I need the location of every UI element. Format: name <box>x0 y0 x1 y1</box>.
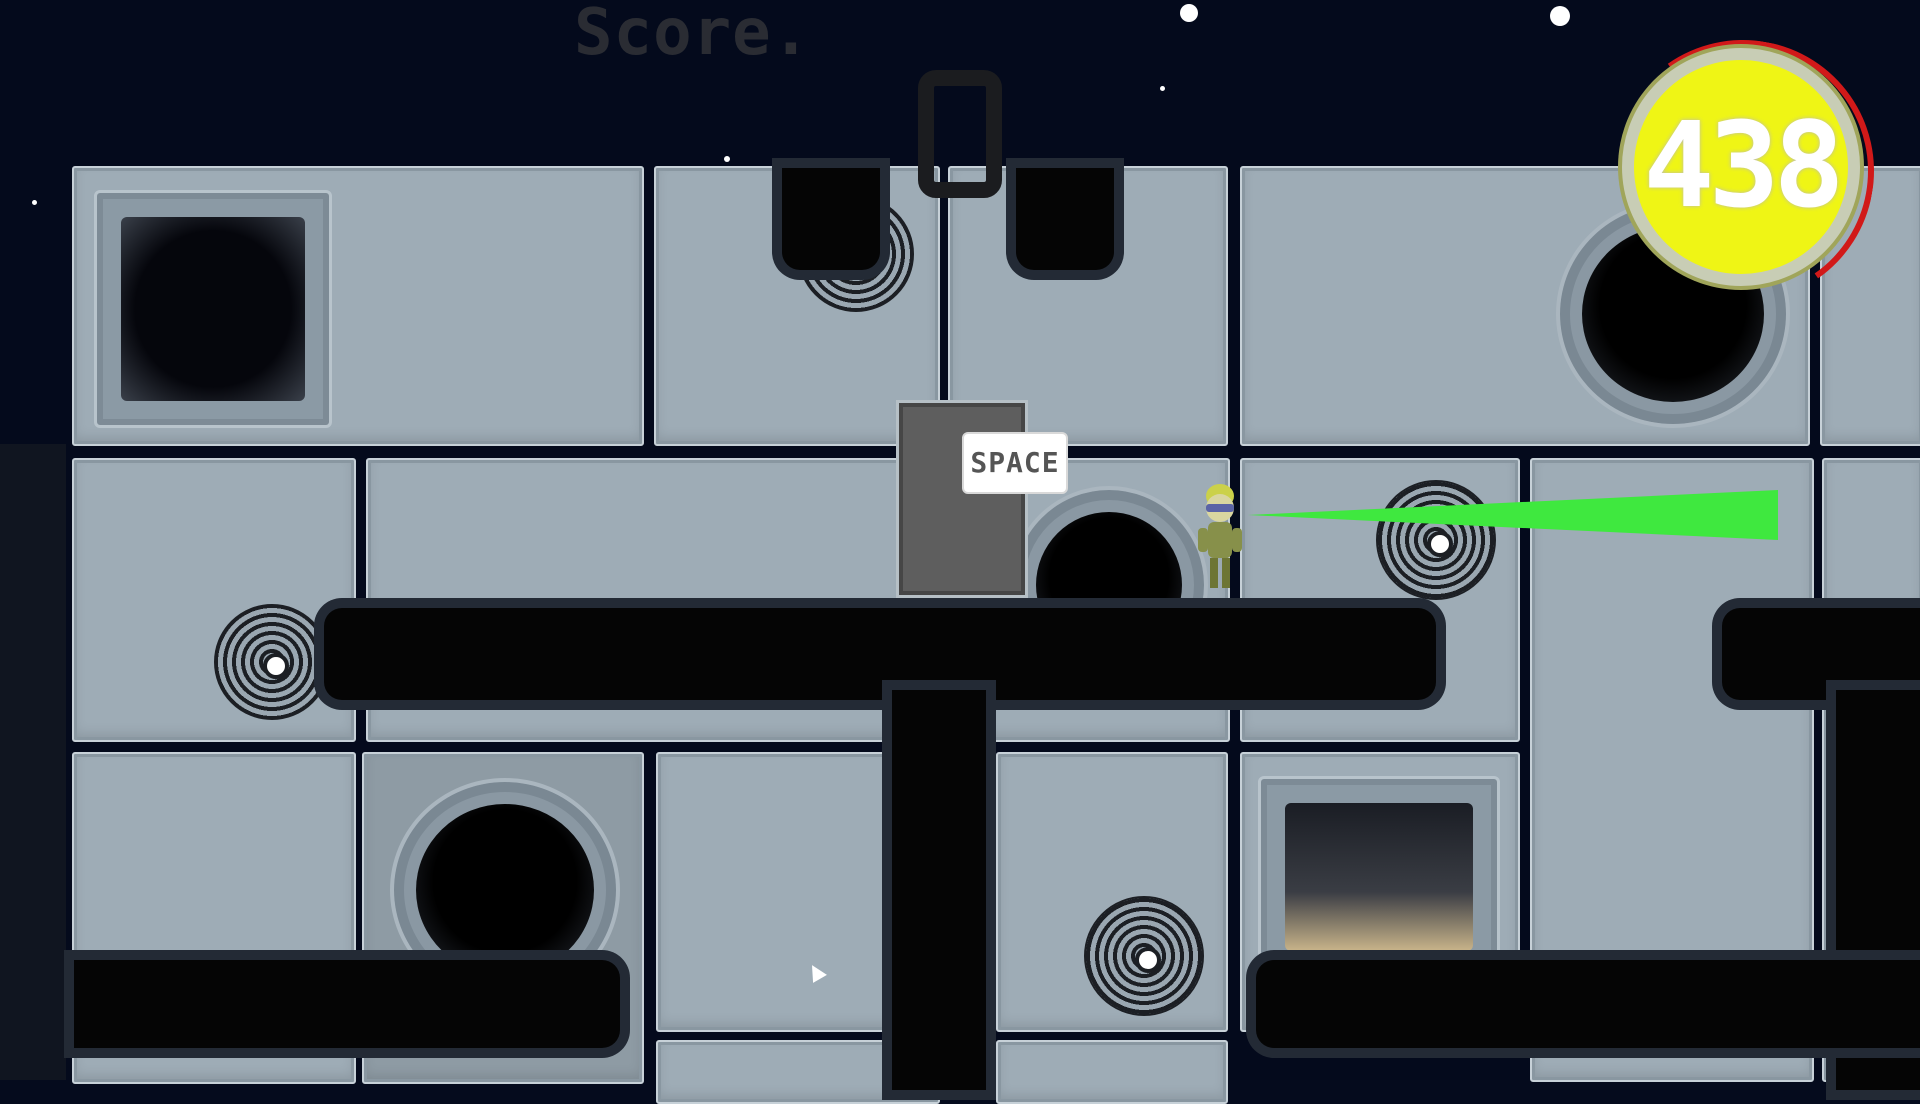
star <box>724 156 730 162</box>
star <box>1180 4 1198 22</box>
space-window <box>94 190 332 428</box>
exit-door[interactable] <box>896 400 1028 598</box>
vent-icon <box>1376 480 1496 600</box>
pipe-platform <box>74 960 620 1048</box>
score-value-box: 0 <box>918 70 1002 198</box>
pipe-vertical <box>892 690 986 1090</box>
wall-panel <box>996 1040 1228 1104</box>
pipe-top <box>782 168 880 270</box>
window-glass <box>1285 803 1473 951</box>
star <box>1550 6 1570 26</box>
space-key-prompt: SPACE <box>962 432 1068 494</box>
pipe-platform <box>324 608 1436 700</box>
timer-badge: 438 <box>1622 48 1860 286</box>
pipe-platform <box>1722 608 1920 700</box>
timer-value: 438 <box>1643 96 1844 234</box>
vent-icon <box>214 604 330 720</box>
pipe-platform <box>1256 960 1920 1048</box>
space-window <box>1258 776 1500 978</box>
vent-icon <box>1084 896 1204 1016</box>
pipe-top <box>1016 168 1114 270</box>
score-label: Score. <box>574 0 812 70</box>
window-glass <box>121 217 305 401</box>
astronaut-character-icon[interactable] <box>1192 478 1250 596</box>
star <box>1160 86 1165 91</box>
star <box>32 200 37 205</box>
shadow-band <box>0 444 66 1080</box>
